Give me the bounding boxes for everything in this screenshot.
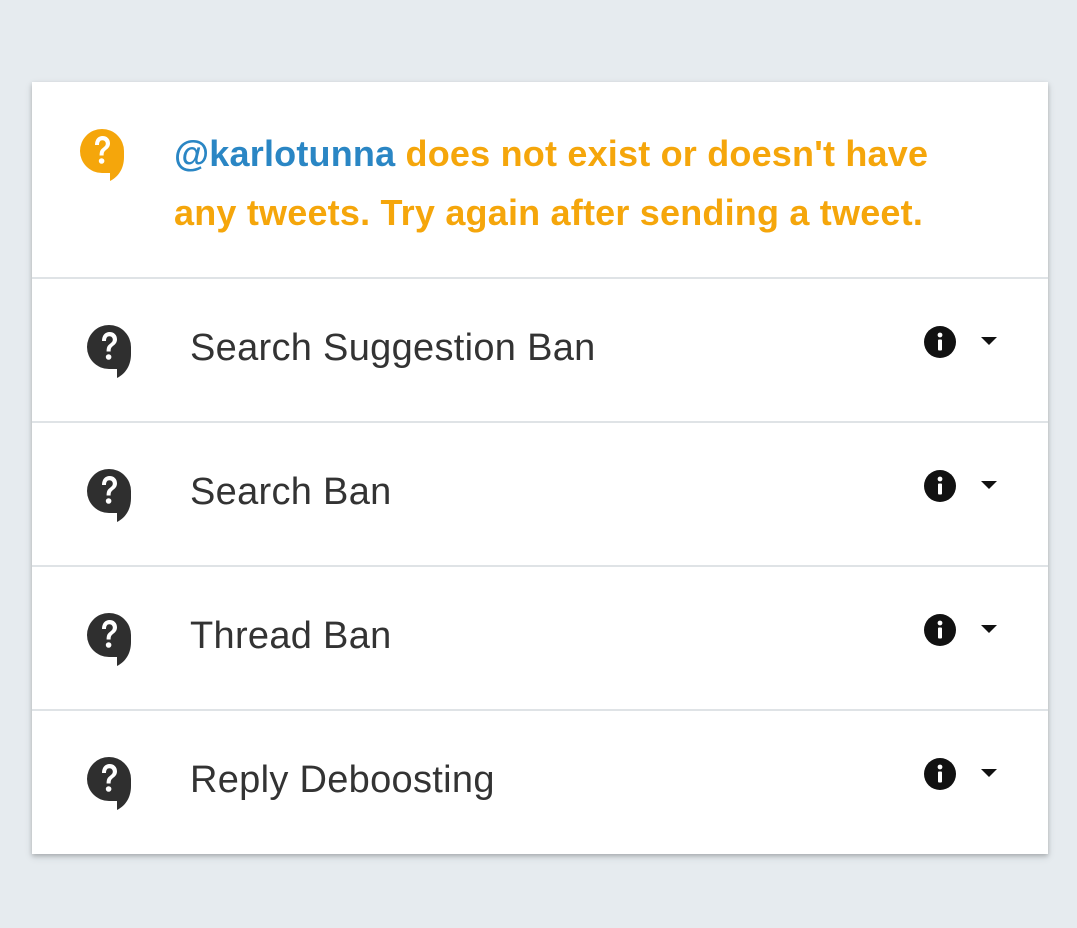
- check-label: Reply Deboosting: [190, 759, 495, 801]
- check-label: Search Suggestion Ban: [190, 327, 596, 369]
- check-row-search-ban[interactable]: Search Ban: [32, 423, 1048, 567]
- info-icon[interactable]: [923, 757, 957, 791]
- question-bubble-icon: [87, 613, 131, 666]
- info-icon[interactable]: [923, 469, 957, 503]
- chevron-down-icon[interactable]: [979, 623, 999, 635]
- results-card: @karlotunna does not exist or doesn't ha…: [32, 82, 1048, 854]
- question-bubble-icon: [87, 757, 131, 810]
- check-label: Search Ban: [190, 471, 392, 513]
- check-label: Thread Ban: [190, 615, 392, 657]
- info-icon[interactable]: [923, 325, 957, 359]
- chevron-down-icon[interactable]: [979, 479, 999, 491]
- user-not-found-alert: @karlotunna does not exist or doesn't ha…: [32, 82, 1048, 279]
- username-handle[interactable]: @karlotunna: [174, 133, 395, 174]
- check-row-reply-deboosting[interactable]: Reply Deboosting: [32, 711, 1048, 854]
- question-bubble-icon: [87, 469, 131, 522]
- chevron-down-icon[interactable]: [979, 335, 999, 347]
- check-row-thread-ban[interactable]: Thread Ban: [32, 567, 1048, 711]
- info-icon[interactable]: [923, 613, 957, 647]
- question-bubble-icon: [87, 325, 131, 378]
- question-bubble-icon: [80, 129, 124, 181]
- check-row-search-suggestion-ban[interactable]: Search Suggestion Ban: [32, 279, 1048, 423]
- chevron-down-icon[interactable]: [979, 767, 999, 779]
- alert-message: @karlotunna does not exist or doesn't ha…: [174, 124, 994, 242]
